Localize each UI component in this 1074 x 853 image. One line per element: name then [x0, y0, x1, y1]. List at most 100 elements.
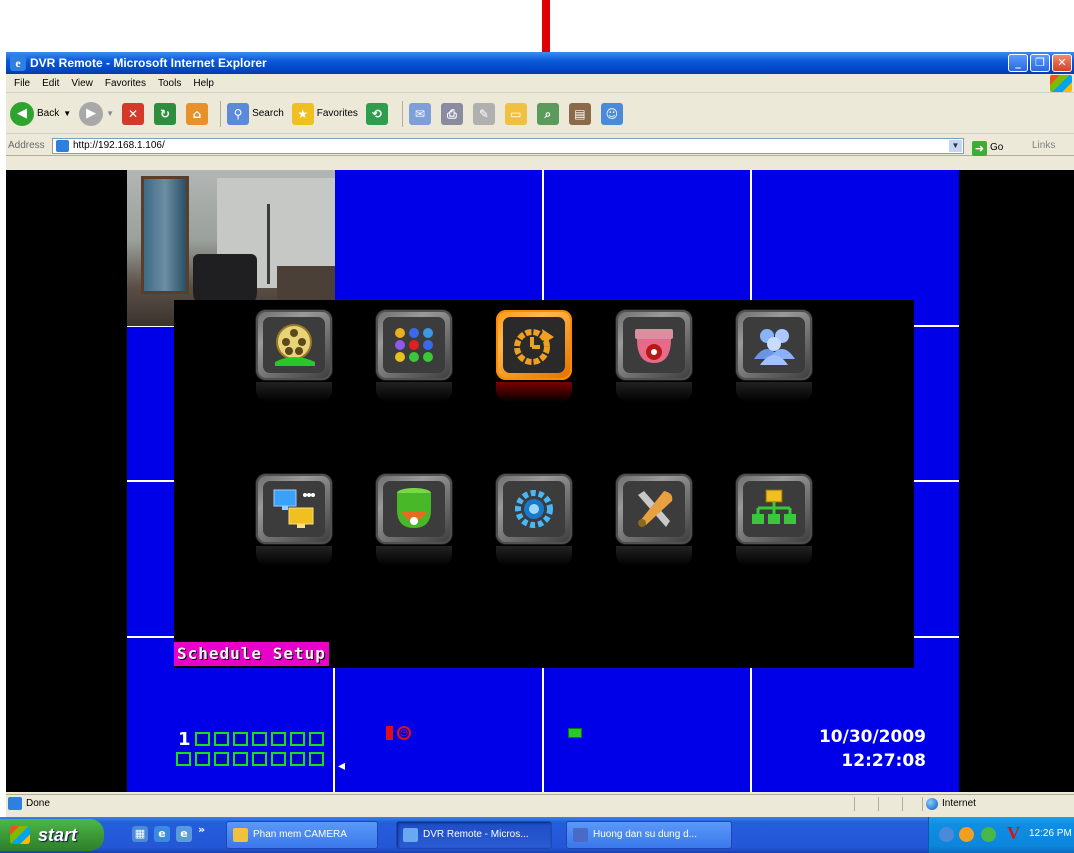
channel-indicator[interactable]: [195, 752, 210, 766]
dvr-viewer[interactable]: Schedule Setup 1 ◂ ◷ 10/30/2009 12:27:08: [6, 170, 1074, 792]
display-network-menu-button[interactable]: [256, 474, 332, 544]
channel-indicator[interactable]: [309, 752, 324, 766]
dvr-time: 12:27:08: [841, 751, 926, 771]
task-folder[interactable]: Phan mem CAMERA: [226, 821, 378, 849]
channel-indicator[interactable]: [214, 732, 229, 746]
favorites-button[interactable]: ★ Favorites: [291, 102, 358, 125]
windows-flag-icon: [1050, 75, 1072, 92]
search-button[interactable]: ⚲ Search: [227, 102, 284, 125]
channel-indicator[interactable]: [252, 752, 267, 766]
menu-tools[interactable]: Tools: [152, 74, 187, 92]
forward-button[interactable]: ▶ ▼: [79, 101, 114, 126]
restore-button[interactable]: ❐: [1030, 54, 1050, 72]
menu-file[interactable]: File: [8, 74, 36, 92]
research-icon[interactable]: ⌕: [536, 102, 559, 125]
dvr-date: 10/30/2009: [818, 727, 926, 747]
search-icon: ⚲: [227, 102, 250, 125]
menu-help[interactable]: Help: [187, 74, 220, 92]
home-icon[interactable]: ⌂: [186, 102, 209, 125]
standard-toolbar: ◀ Back ▼ ▶ ▼ ✕ ↻ ⌂ ⚲ Search ★ Favorites …: [6, 94, 1074, 134]
playback-icon: [263, 317, 325, 373]
tray-network-icon[interactable]: [981, 827, 996, 842]
status-divider: [902, 797, 903, 811]
security-zone[interactable]: Internet: [926, 795, 976, 813]
forward-dropdown-icon[interactable]: ▼: [106, 109, 114, 118]
back-arrow-icon: ◀: [10, 101, 34, 126]
channel-indicator[interactable]: [309, 732, 324, 746]
minimize-button[interactable]: _: [1008, 54, 1028, 72]
icon-reflection: [376, 382, 452, 402]
mail-icon[interactable]: ✉: [408, 102, 431, 125]
menu-favorites[interactable]: Favorites: [99, 74, 152, 92]
icon-reflection: [616, 546, 692, 566]
channel-indicator[interactable]: [176, 752, 191, 766]
menu-view[interactable]: View: [65, 74, 99, 92]
status-divider: [878, 797, 879, 811]
title-bar[interactable]: e DVR Remote - Microsoft Internet Explor…: [6, 52, 1074, 74]
icon-reflection: [376, 546, 452, 566]
edit-icon[interactable]: ✎: [472, 102, 495, 125]
word-icon: [573, 828, 588, 842]
camera-dome-icon: [623, 317, 685, 373]
back-dropdown-icon[interactable]: ▼: [63, 109, 71, 118]
back-label: Back: [37, 108, 60, 119]
ie-quicklaunch-icon[interactable]: e: [154, 826, 170, 842]
links-button[interactable]: Links: [1032, 136, 1055, 156]
color-setup-menu-button[interactable]: [376, 310, 452, 380]
channel-indicator[interactable]: [233, 752, 248, 766]
camera-image-door: [141, 176, 189, 294]
address-input[interactable]: http://192.168.1.106/ ▼: [52, 138, 964, 154]
history-icon[interactable]: ⟲: [365, 102, 388, 125]
antivirus-icon[interactable]: V: [1007, 823, 1020, 844]
address-bar: Address http://192.168.1.106/ ▼ ➜ Go Lin…: [6, 136, 1074, 156]
show-desktop-icon[interactable]: ▦: [132, 826, 148, 842]
menu-bar: File Edit View Favorites Tools Help: [6, 74, 1074, 93]
channel-indicator[interactable]: [214, 752, 229, 766]
go-button[interactable]: ➜ Go: [972, 138, 1003, 158]
stop-icon[interactable]: ✕: [122, 102, 145, 125]
menu-edit[interactable]: Edit: [36, 74, 65, 92]
channel-indicator[interactable]: [271, 752, 286, 766]
camera-menu-button[interactable]: [616, 310, 692, 380]
network-menu-button[interactable]: [736, 474, 812, 544]
browser-quicklaunch-icon[interactable]: e: [176, 826, 192, 842]
task-dvr-remote[interactable]: DVR Remote - Micros...: [396, 821, 552, 849]
tray-arrow-icon[interactable]: [939, 827, 954, 842]
record-icon: [386, 726, 393, 740]
users-icon: [743, 317, 805, 373]
media-icon[interactable]: ▤: [568, 102, 591, 125]
tray-clock[interactable]: 12:26 PM: [1029, 828, 1072, 839]
ptz-menu-button[interactable]: [376, 474, 452, 544]
tray-security-icon[interactable]: [959, 827, 974, 842]
folder-icon: [233, 828, 248, 842]
icon-reflection: [496, 382, 572, 402]
channel-indicator[interactable]: [233, 732, 248, 746]
refresh-icon[interactable]: ↻: [154, 102, 177, 125]
users-menu-button[interactable]: [736, 310, 812, 380]
task-label: Huong dan su dung d...: [593, 829, 697, 840]
address-dropdown-icon[interactable]: ▼: [949, 140, 962, 152]
schedule-menu-button[interactable]: [496, 310, 572, 380]
task-word-doc[interactable]: Huong dan su dung d...: [566, 821, 732, 849]
print-icon[interactable]: ⎙: [440, 102, 463, 125]
ptz-camera-icon: [383, 481, 445, 537]
channel-indicator[interactable]: [271, 732, 286, 746]
go-arrow-icon: ➜: [972, 140, 987, 156]
zone-label: Internet: [942, 798, 976, 809]
tools-menu-button[interactable]: [616, 474, 692, 544]
channel-indicator[interactable]: [290, 752, 305, 766]
audio-speaker-icon: ◂: [338, 758, 346, 774]
close-button[interactable]: ✕: [1052, 54, 1072, 72]
playback-menu-button[interactable]: [256, 310, 332, 380]
channel-indicator[interactable]: [252, 732, 267, 746]
settings-menu-button[interactable]: [496, 474, 572, 544]
back-button[interactable]: ◀ Back ▼: [10, 101, 71, 126]
channel-indicator[interactable]: [195, 732, 210, 746]
quicklaunch-more-icon[interactable]: »: [198, 823, 205, 836]
channel-indicator[interactable]: [290, 732, 305, 746]
selected-menu-label: Schedule Setup: [174, 642, 329, 666]
start-button[interactable]: start: [0, 819, 104, 851]
messenger-icon[interactable]: ☺: [600, 102, 623, 125]
system-tray: V 12:26 PM: [928, 817, 1074, 853]
discuss-icon[interactable]: ▭: [504, 102, 527, 125]
